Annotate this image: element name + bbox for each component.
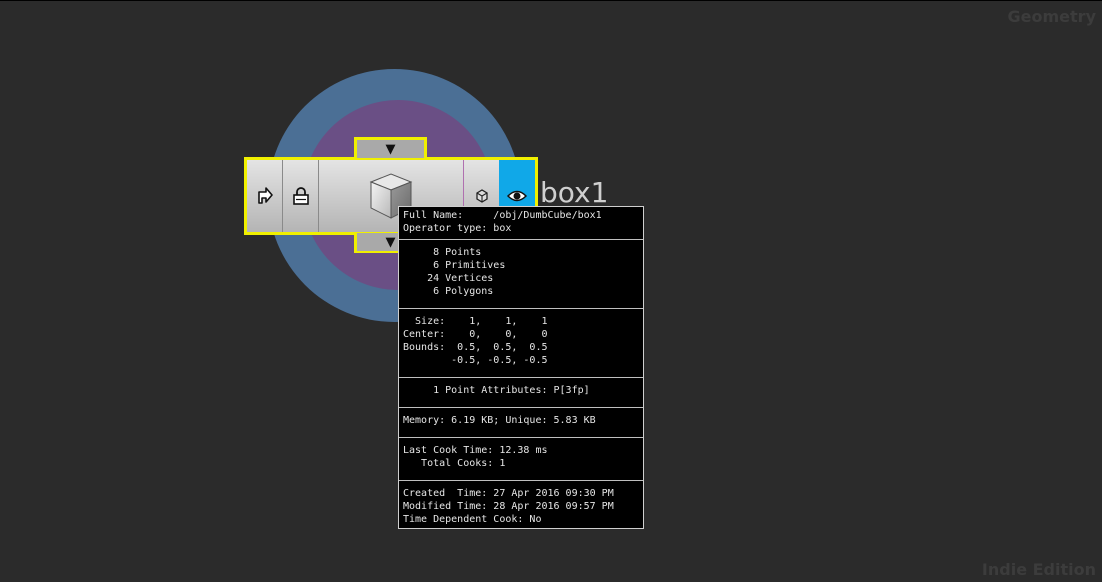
info-vertices: 24 Vertices bbox=[403, 273, 494, 284]
edition-label: Indie Edition bbox=[981, 560, 1096, 579]
info-points: 8 Points bbox=[403, 247, 482, 258]
bypass-flag-icon bbox=[257, 187, 273, 204]
node-info-popup: Full Name: /obj/DumbCube/box1 Operator t… bbox=[398, 206, 644, 529]
lock-flag-icon bbox=[292, 187, 309, 205]
info-counts-section: 8 Points 6 Primitives 24 Vertices 6 Poly… bbox=[399, 240, 643, 309]
info-last-cook-time: Last Cook Time: 12.38 ms bbox=[403, 445, 548, 456]
info-size: Size: 1, 1, 1 bbox=[403, 316, 548, 327]
info-modified-time: Modified Time: 28 Apr 2016 09:57 PM bbox=[403, 501, 614, 512]
info-operator-type: Operator type: box bbox=[403, 223, 512, 234]
info-header-section: Full Name: /obj/DumbCube/box1 Operator t… bbox=[399, 207, 643, 240]
info-time-dependent: Time Dependent Cook: No bbox=[403, 514, 542, 525]
info-bounds-max: Bounds: 0.5, 0.5, 0.5 bbox=[403, 342, 548, 353]
template-flag-icon bbox=[475, 189, 488, 203]
info-times-section: Created Time: 27 Apr 2016 09:30 PM Modif… bbox=[399, 481, 643, 528]
info-center: Center: 0, 0, 0 bbox=[403, 329, 548, 340]
info-attributes-section: 1 Point Attributes: P[3fp] bbox=[399, 378, 643, 408]
network-context-label: Geometry bbox=[1007, 7, 1096, 26]
info-point-attributes: 1 Point Attributes: P[3fp] bbox=[403, 385, 590, 396]
display-eye-icon bbox=[507, 190, 527, 202]
bypass-flag[interactable] bbox=[247, 160, 283, 232]
lock-flag[interactable] bbox=[283, 160, 319, 232]
info-full-name: Full Name: /obj/DumbCube/box1 bbox=[403, 210, 602, 221]
info-cook-section: Last Cook Time: 12.38 ms Total Cooks: 1 bbox=[399, 438, 643, 481]
info-memory: Memory: 6.19 KB; Unique: 5.83 KB bbox=[403, 415, 596, 426]
node-input-connector[interactable]: ▼ bbox=[357, 140, 424, 158]
info-memory-section: Memory: 6.19 KB; Unique: 5.83 KB bbox=[399, 408, 643, 438]
info-polygons: 6 Polygons bbox=[403, 286, 494, 297]
info-bounds-section: Size: 1, 1, 1 Center: 0, 0, 0 Bounds: 0.… bbox=[399, 309, 643, 378]
info-primitives: 6 Primitives bbox=[403, 260, 506, 271]
info-created-time: Created Time: 27 Apr 2016 09:30 PM bbox=[403, 488, 614, 499]
info-bounds-min: -0.5, -0.5, -0.5 bbox=[403, 355, 548, 366]
node-name-label: box1 bbox=[540, 176, 609, 209]
info-total-cooks: Total Cooks: 1 bbox=[403, 458, 506, 469]
